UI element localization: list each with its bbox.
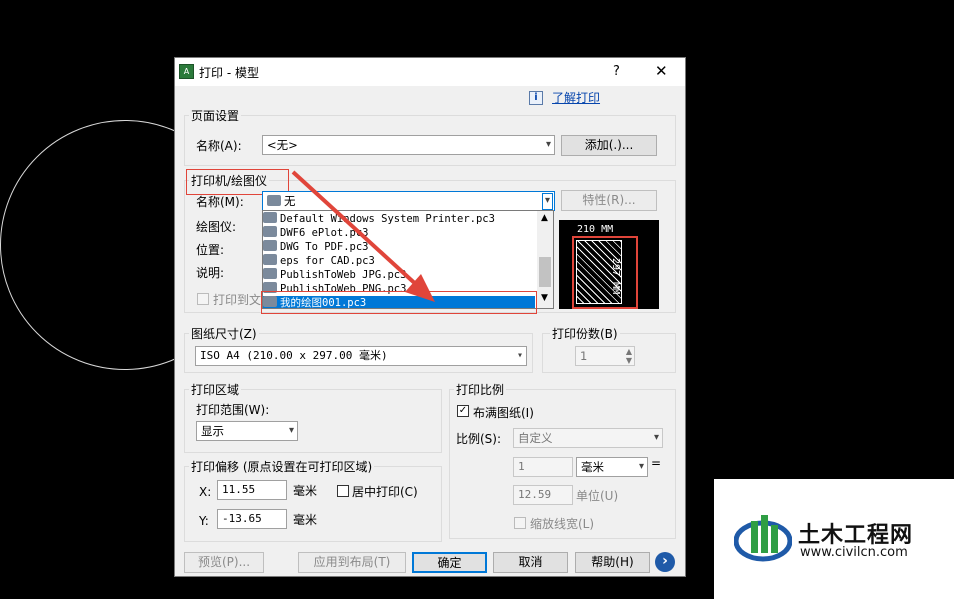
scale-lineweights-checkbox[interactable]: [514, 517, 526, 529]
scale-value2-input[interactable]: 12.59: [513, 485, 573, 505]
stepper-down-icon[interactable]: ▼: [626, 352, 632, 365]
scale-value1-input[interactable]: 1: [513, 457, 573, 477]
scale-select[interactable]: 自定义 ▾: [513, 428, 663, 448]
info-icon: i: [529, 91, 543, 105]
plot-area-label: 打印区域: [189, 381, 242, 398]
fit-to-paper-checkbox[interactable]: ✓: [457, 405, 469, 417]
close-icon[interactable]: ✕: [655, 62, 668, 80]
plot-range-label: 打印范围(W):: [196, 403, 270, 417]
chevron-down-icon: ▾: [653, 432, 659, 443]
plot-offset-group: [184, 466, 442, 542]
expand-options-button[interactable]: ›: [655, 552, 675, 572]
scroll-up-icon[interactable]: ▲: [541, 213, 548, 223]
scale-unit-select[interactable]: 毫米 ▾: [576, 457, 648, 477]
scale-value: 自定义: [518, 431, 553, 445]
chevron-down-icon: ▾: [638, 461, 644, 472]
plot-offset-label: 打印偏移 (原点设置在可打印区域): [189, 458, 375, 475]
printer-properties-button[interactable]: 特性(R)...: [561, 190, 657, 211]
apply-to-layout-button[interactable]: 应用到布局(T): [298, 552, 406, 573]
paper-size-value: ISO A4 (210.00 x 297.00 毫米): [200, 349, 388, 362]
copies-value: 1: [580, 349, 588, 363]
print-dialog: A 打印 - 模型 ? ✕ i 了解打印 页面设置 名称(A): <无> ▾ 添…: [174, 57, 686, 577]
paper-size-select[interactable]: ISO A4 (210.00 x 297.00 毫米) ▾: [195, 346, 527, 366]
chevron-down-icon: ▾: [541, 193, 553, 210]
copies-label: 打印份数(B): [550, 325, 620, 342]
preview-button[interactable]: 预览(P)...: [184, 552, 264, 573]
watermark: 土木工程网 www.civilcn.com: [714, 479, 954, 599]
paper-preview: 210 MM 297 MM: [559, 220, 659, 309]
scroll-down-icon[interactable]: ▼: [541, 293, 548, 303]
offset-x-input[interactable]: 11.55: [217, 480, 287, 500]
copies-stepper[interactable]: 1 ▲ ▼: [575, 346, 635, 366]
printer-name-label: 名称(M):: [196, 195, 244, 209]
scale-value1: 1: [518, 460, 525, 473]
page-setup-name-select[interactable]: <无> ▾: [262, 135, 555, 155]
plot-range-select[interactable]: 显示 ▾: [196, 421, 298, 441]
equals-sign: =: [651, 456, 662, 470]
offset-x-value: 11.55: [222, 483, 256, 496]
list-scrollbar[interactable]: ▲ ▼: [537, 211, 553, 308]
center-plot-label: 居中打印(C): [352, 485, 418, 499]
offset-y-value: -13.65: [222, 512, 262, 525]
scale-unit-value: 毫米: [581, 460, 604, 474]
app-icon: A: [179, 64, 194, 79]
annotation-arrow: [291, 170, 435, 302]
scroll-thumb[interactable]: [539, 257, 551, 287]
description-label: 说明:: [196, 266, 225, 280]
offset-y-label: Y:: [199, 514, 209, 528]
chevron-down-icon: ▾: [516, 350, 523, 361]
plot-range-value: 显示: [201, 424, 224, 438]
page-setup-name-label: 名称(A):: [196, 139, 242, 153]
fit-to-paper-label: 布满图纸(I): [473, 406, 534, 420]
learn-print-link[interactable]: 了解打印: [552, 89, 600, 106]
add-page-setup-button[interactable]: 添加(.)...: [561, 135, 657, 156]
help-button[interactable]: 帮助(H): [575, 552, 650, 573]
offset-x-unit: 毫米: [293, 484, 318, 498]
where-label: 位置:: [196, 243, 225, 257]
dialog-title: 打印 - 模型: [199, 66, 259, 80]
watermark-url: www.civilcn.com: [800, 545, 908, 560]
preview-width-label: 210 MM: [577, 224, 614, 235]
cancel-button[interactable]: 取消: [493, 552, 568, 573]
scale-value2: 12.59: [518, 488, 552, 501]
center-plot-checkbox[interactable]: [337, 485, 349, 497]
plotter-label: 绘图仪:: [196, 220, 237, 234]
offset-y-input[interactable]: -13.65: [217, 509, 287, 529]
plot-scale-label: 打印比例: [454, 381, 507, 398]
watermark-logo-icon: [734, 515, 792, 562]
page-setup-label: 页面设置: [189, 107, 242, 124]
print-to-file-checkbox[interactable]: [197, 293, 209, 305]
page-setup-name-value: <无>: [267, 138, 298, 152]
offset-y-unit: 毫米: [293, 513, 318, 527]
paper-size-label: 图纸尺寸(Z): [189, 325, 259, 342]
scale-label: 比例(S):: [456, 432, 502, 446]
chevron-down-icon: ▾: [288, 425, 294, 436]
preview-highlight: [572, 236, 638, 309]
scale-lineweights-label: 缩放线宽(L): [530, 517, 595, 531]
offset-x-label: X:: [199, 485, 212, 499]
help-icon[interactable]: ?: [613, 64, 620, 79]
ok-button[interactable]: 确定: [412, 552, 487, 573]
title-bar: A 打印 - 模型 ? ✕: [175, 58, 685, 86]
scale-unit2-label: 单位(U): [576, 489, 619, 503]
chevron-down-icon: ▾: [545, 139, 551, 150]
